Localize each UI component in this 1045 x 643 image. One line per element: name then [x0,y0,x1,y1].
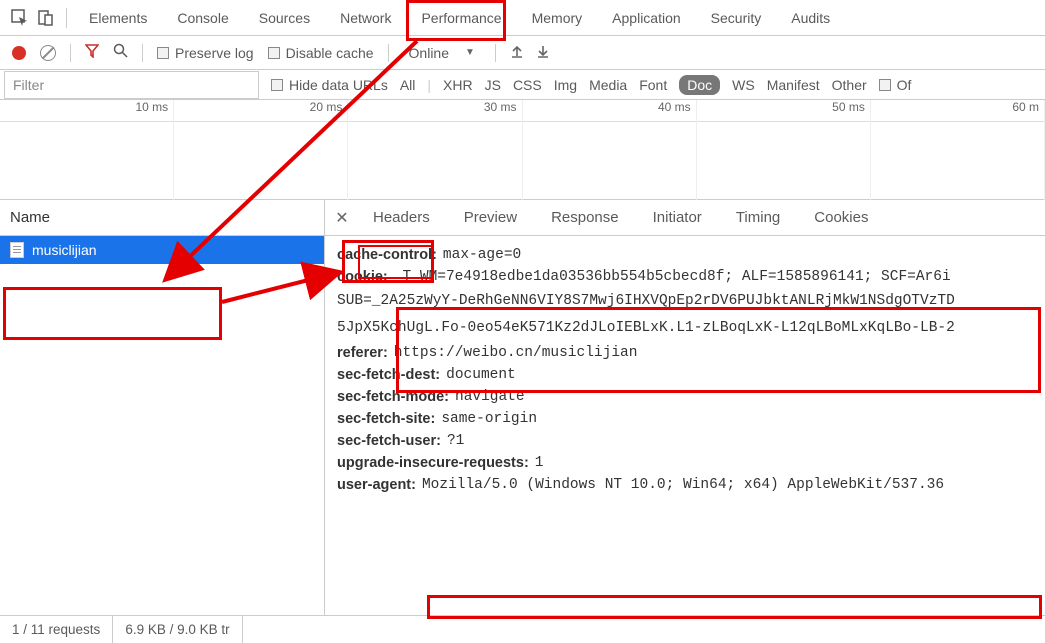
separator [142,44,143,62]
cat-doc[interactable]: Doc [679,75,720,95]
hdr-sfs-k: sec-fetch-site: [337,411,435,427]
upload-har-icon[interactable] [510,44,524,61]
cat-font[interactable]: Font [639,77,667,93]
hdr-cookie-v3: 5JpX5KchUgL.Fo-0eo54eK571Kz2dJLoIEBLxK.L… [337,315,1043,342]
cat-img[interactable]: Img [554,77,577,93]
preserve-log-checkbox[interactable]: Preserve log [157,45,254,61]
tab-memory[interactable]: Memory [518,2,597,34]
throttling-select[interactable]: Online ▼ [403,43,481,63]
hdr-sfd-k: sec-fetch-dest: [337,367,440,383]
request-list: musiclijian [0,236,324,615]
search-icon[interactable] [113,43,128,62]
throttling-value: Online [409,45,449,61]
request-list-pane: Name musiclijian [0,200,325,615]
hdr-upg-v: 1 [529,455,544,471]
tab-application[interactable]: Application [598,2,695,34]
record-button[interactable] [12,46,26,60]
hdr-sfu-v: ?1 [441,433,464,449]
hdr-sfu-k: sec-fetch-user: [337,433,441,449]
close-detail-icon[interactable]: ✕ [331,207,353,229]
name-column-header[interactable]: Name [0,200,324,236]
hide-data-urls-label: Hide data URLs [289,77,388,93]
hdr-ua-k: user-agent: [337,477,416,493]
hdr-cookie-k: cookie: [337,269,388,285]
request-name: musiclijian [32,242,97,258]
timeline-tick: 10 ms [0,100,174,121]
timeline-overview[interactable]: 10 ms 20 ms 30 ms 40 ms 50 ms 60 m [0,100,1045,200]
detail-tab-cookies[interactable]: Cookies [800,201,882,234]
tab-security[interactable]: Security [697,2,776,34]
cat-all[interactable]: All [400,77,416,93]
hdr-referer-v: https://weibo.cn/musiclijian [388,345,638,361]
status-transfer: 6.9 KB / 9.0 KB tr [113,616,242,643]
cat-xhr[interactable]: XHR [443,77,473,93]
headers-body[interactable]: cache-control:max-age=0 cookie:_T_WM=7e4… [325,236,1045,615]
status-requests: 1 / 11 requests [0,616,113,643]
hdr-upg-k: upgrade-insecure-requests: [337,455,529,471]
cat-ws[interactable]: WS [732,77,755,93]
hdr-sfm-k: sec-fetch-mode: [337,389,449,405]
hdr-sfs-v: same-origin [435,411,537,427]
separator [495,44,496,62]
hide-data-urls-checkbox[interactable]: Hide data URLs [271,77,388,93]
filter-toggle-icon[interactable] [85,44,99,61]
separator [66,8,67,28]
status-bar: 1 / 11 requests 6.9 KB / 9.0 KB tr [0,615,1045,643]
tab-elements[interactable]: Elements [75,2,161,34]
detail-tab-headers[interactable]: Headers [359,201,444,234]
timeline-tick: 20 ms [174,100,348,121]
tab-performance[interactable]: Performance [407,2,515,34]
hdr-sfm-v: navigate [449,389,525,405]
hdr-cookie-v2: SUB=_2A25zWyY-DeRhGeNN6VIY8S7Mwj6IHXVQpE… [337,288,1043,315]
cat-media[interactable]: Media [589,77,627,93]
separator [388,44,389,62]
chevron-down-icon: ▼ [465,47,475,58]
devtools-top-tabs: Elements Console Sources Network Perform… [0,0,1045,36]
document-icon [10,242,24,258]
timeline-tick: 50 ms [697,100,871,121]
detail-pane: ✕ Headers Preview Response Initiator Tim… [325,200,1045,615]
separator [70,44,71,62]
network-toolbar: Preserve log Disable cache Online ▼ [0,36,1045,70]
disable-cache-label: Disable cache [286,45,374,61]
hdr-sfd-v: document [440,367,516,383]
cat-manifest[interactable]: Manifest [767,77,820,93]
tab-audits[interactable]: Audits [777,2,844,34]
hdr-ua-v: Mozilla/5.0 (Windows NT 10.0; Win64; x64… [416,477,944,493]
disable-cache-checkbox[interactable]: Disable cache [268,45,374,61]
detail-tab-timing[interactable]: Timing [722,201,794,234]
preserve-log-label: Preserve log [175,45,254,61]
hdr-cookie-v1: _T_WM=7e4918edbe1da03536bb554b5cbecd8f; … [388,269,951,285]
timeline-tick: 30 ms [348,100,522,121]
clear-button[interactable] [40,45,56,61]
filter-input[interactable]: Filter [4,71,259,99]
detail-tab-initiator[interactable]: Initiator [639,201,716,234]
detail-tab-preview[interactable]: Preview [450,201,531,234]
timeline-tick: 40 ms [523,100,697,121]
tab-network[interactable]: Network [326,2,405,34]
offline-checkbox[interactable]: Of [879,77,912,93]
detail-tabs: ✕ Headers Preview Response Initiator Tim… [325,200,1045,236]
timeline-tick: 60 m [871,100,1045,121]
cat-other[interactable]: Other [832,77,867,93]
inspect-icon[interactable] [8,6,32,30]
detail-tab-response[interactable]: Response [537,201,633,234]
device-toggle-icon[interactable] [34,6,58,30]
download-har-icon[interactable] [536,44,550,61]
main-split: Name musiclijian ✕ Headers Preview Respo… [0,200,1045,615]
hdr-cache-control-k: cache-control: [337,247,437,263]
tab-sources[interactable]: Sources [245,2,324,34]
filter-row: Filter Hide data URLs All | XHR JS CSS I… [0,70,1045,100]
hdr-cache-control-v: max-age=0 [437,247,521,263]
cat-js[interactable]: JS [485,77,501,93]
request-row[interactable]: musiclijian [0,236,324,264]
cat-css[interactable]: CSS [513,77,542,93]
hdr-referer-k: referer: [337,345,388,361]
tab-console[interactable]: Console [163,2,242,34]
